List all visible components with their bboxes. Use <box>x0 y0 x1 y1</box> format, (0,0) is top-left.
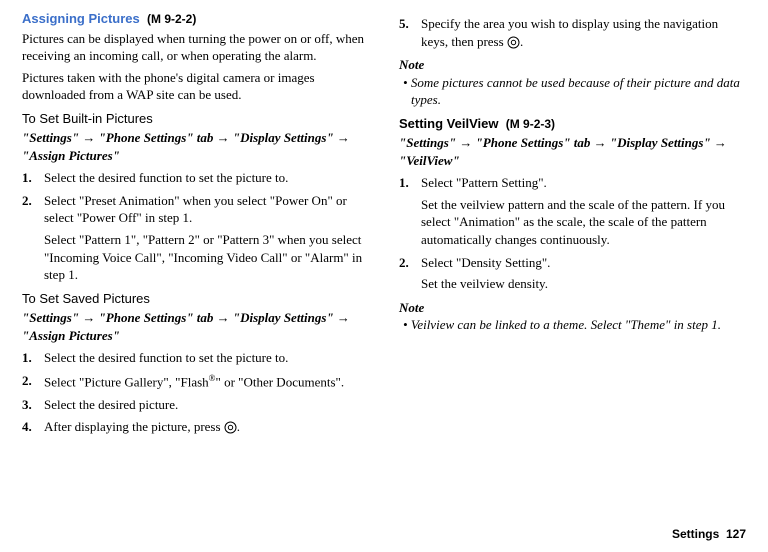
breadcrumb-veilview: "Settings" → "Phone Settings" tab → "Dis… <box>399 134 746 169</box>
bc-phone-settings: "Phone Settings" tab <box>99 310 214 325</box>
bc-phone-settings: "Phone Settings" tab <box>476 135 591 150</box>
step-text: Select the desired picture. <box>44 397 178 412</box>
intro-para-2: Pictures taken with the phone's digital … <box>22 69 369 104</box>
steps-builtin: 1.Select the desired function to set the… <box>22 169 369 283</box>
step-text: Select the desired function to set the p… <box>44 170 288 185</box>
registered-icon: ® <box>209 373 216 383</box>
bc-display-settings: "Display Settings" <box>233 310 334 325</box>
step-subtext: Set the veilview density. <box>421 275 746 293</box>
step-text: Select "Density Setting". <box>421 255 550 270</box>
step-1: 1.Select the desired function to set the… <box>42 169 369 187</box>
bc-veilview: "VeilView" <box>399 153 460 168</box>
note-heading: Note <box>399 299 746 317</box>
breadcrumb-saved: "Settings" → "Phone Settings" tab → "Dis… <box>22 309 369 344</box>
step-text-a: Specify the area you wish to display usi… <box>421 16 718 49</box>
bc-display-settings: "Display Settings" <box>610 135 711 150</box>
heading-veilview: Setting VeilView <box>399 116 498 131</box>
page-footer: Settings 127 <box>672 526 746 542</box>
bc-display-settings: "Display Settings" <box>233 130 334 145</box>
breadcrumb-builtin: "Settings" → "Phone Settings" tab → "Dis… <box>22 129 369 164</box>
step-text-b: . <box>237 419 240 434</box>
step-3: 3.Select the desired picture. <box>42 396 369 414</box>
subhead-saved: To Set Saved Pictures <box>22 290 369 308</box>
center-key-icon <box>224 421 237 434</box>
steps-continued: 5.Specify the area you wish to display u… <box>399 15 746 50</box>
step-text: Select "Preset Animation" when you selec… <box>44 193 347 226</box>
bc-phone-settings: "Phone Settings" tab <box>99 130 214 145</box>
left-column: Assigning Pictures (M 9-2-2) Pictures ca… <box>22 10 369 436</box>
menu-code-9-2-2: (M 9-2-2) <box>147 12 196 26</box>
intro-para-1: Pictures can be displayed when turning t… <box>22 30 369 65</box>
bc-assign-pictures: "Assign Pictures" <box>22 328 120 343</box>
center-key-icon <box>507 36 520 49</box>
heading-assigning-pictures: Assigning Pictures <box>22 11 140 26</box>
bc-settings: "Settings" <box>399 135 456 150</box>
step-2: 2. Select "Preset Animation" when you se… <box>42 192 369 284</box>
bc-settings: "Settings" <box>22 130 79 145</box>
step-4: 4.After displaying the picture, press . <box>42 418 369 436</box>
step-text-a: After displaying the picture, press <box>44 419 224 434</box>
step-2: 2. Select "Density Setting". Set the vei… <box>419 254 746 293</box>
step-2: 2.Select "Picture Gallery", "Flash®" or … <box>42 372 369 391</box>
steps-saved: 1.Select the desired function to set the… <box>22 349 369 436</box>
step-5: 5.Specify the area you wish to display u… <box>419 15 746 50</box>
footer-section: Settings <box>672 527 719 541</box>
steps-veilview: 1. Select "Pattern Setting". Set the vei… <box>399 174 746 292</box>
step-1: 1.Select the desired function to set the… <box>42 349 369 367</box>
bc-settings: "Settings" <box>22 310 79 325</box>
step-1: 1. Select "Pattern Setting". Set the vei… <box>419 174 746 248</box>
step-subtext: Select "Pattern 1", "Pattern 2" or "Patt… <box>44 231 369 284</box>
note-body: Some pictures cannot be used because of … <box>403 74 746 109</box>
note-heading: Note <box>399 56 746 74</box>
subhead-builtin: To Set Built-in Pictures <box>22 110 369 128</box>
step-text: Select the desired function to set the p… <box>44 350 288 365</box>
step-subtext: Set the veilview pattern and the scale o… <box>421 196 746 249</box>
right-column: 5.Specify the area you wish to display u… <box>399 10 746 436</box>
menu-code-9-2-3: (M 9-2-3) <box>506 117 555 131</box>
footer-page-number: 127 <box>726 527 746 541</box>
step-text: Select "Pattern Setting". <box>421 175 547 190</box>
step-text-b: " or "Other Documents". <box>216 374 345 389</box>
step-text-a: Select "Picture Gallery", "Flash <box>44 374 209 389</box>
bc-assign-pictures: "Assign Pictures" <box>22 148 120 163</box>
page-content: Assigning Pictures (M 9-2-2) Pictures ca… <box>0 0 768 436</box>
note-body: Veilview can be linked to a theme. Selec… <box>403 316 746 334</box>
step-text-b: . <box>520 34 523 49</box>
